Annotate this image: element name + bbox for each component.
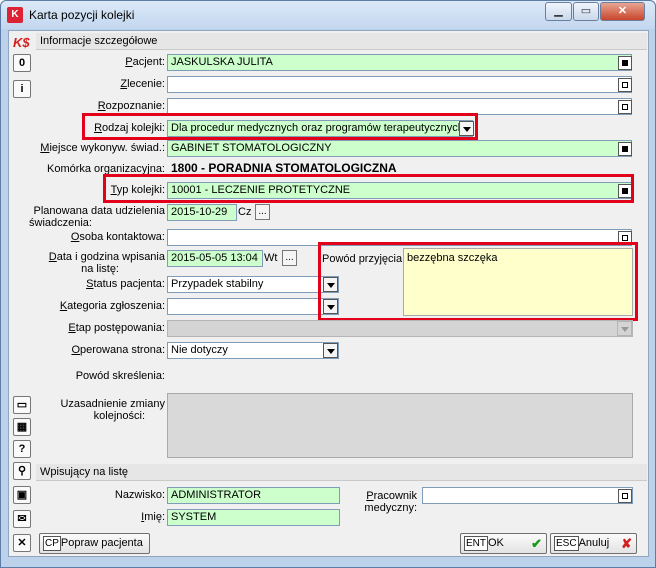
rodzaj-kolejki-highlight (82, 113, 478, 140)
app-icon: K (7, 7, 23, 23)
pracownik-select-button[interactable] (618, 489, 632, 503)
pacjent-field[interactable]: JASKULSKA JULITA (167, 54, 632, 71)
zlecenie-field[interactable] (167, 76, 632, 93)
details-section-header: Informacje szczegółowe (36, 33, 647, 50)
maximize-button[interactable]: ▭ (573, 2, 599, 21)
ok-key: ENT (464, 536, 488, 551)
close-button[interactable]: ✕ (600, 2, 645, 21)
title-bar[interactable]: K Karta pozycji kolejki ▁ ▭ ✕ (1, 1, 655, 29)
data-wpisania-field[interactable]: 2015-05-05 13:04 (167, 250, 263, 267)
uzasadnienie-textarea[interactable] (167, 393, 633, 458)
info-button[interactable]: i (13, 80, 31, 98)
left-toolbar: K$ 0 i ▭ ▦ ? ⚲ ▣ ✉ ✕ (9, 31, 37, 556)
cancel-x-icon: ✘ (621, 536, 632, 551)
wpisujacy-section-header: Wpisujący na listę (36, 464, 647, 481)
imie-field[interactable]: SYSTEM (167, 509, 340, 526)
operowana-strona-dropdown-arrow[interactable] (323, 343, 338, 358)
kategoria-select[interactable] (167, 298, 339, 315)
data-wpisania-label-2: na listę: (81, 263, 119, 275)
miejsce-select-button[interactable] (618, 142, 632, 156)
pracownik-label-2: medyczny: (364, 502, 417, 514)
nazwisko-label: Nazwisko: (114, 489, 165, 501)
window-title: Karta pozycji kolejki (29, 8, 135, 22)
anuluj-label: Anuluj (578, 537, 610, 549)
planowana-data-day: Cz (238, 206, 252, 218)
search-icon[interactable]: ⚲ (13, 462, 31, 480)
zlecenie-select-button[interactable] (618, 78, 632, 92)
powod-przyjecia-highlight (318, 242, 638, 321)
rozpoznanie-select-button[interactable] (618, 100, 632, 114)
data-wpisania-day: Wt (264, 252, 278, 264)
miejsce-label: Miejsce wykonyw. świad.: (40, 142, 165, 154)
rozpoznanie-label: Rozpoznanie: (97, 100, 165, 112)
operowana-strona-label: Operowana strona: (71, 344, 165, 356)
nazwisko-field[interactable]: ADMINISTRATOR (167, 487, 340, 504)
popraw-pacjenta-key: CP (43, 536, 61, 551)
pacjent-label: Pacjent: (125, 56, 165, 68)
powod-skreslenia-label: Powód skreślenia: (75, 370, 165, 382)
etap-label: Etap postępowania: (68, 322, 165, 334)
etap-dropdown-arrow[interactable] (617, 321, 632, 336)
miejsce-field[interactable]: GABINET STOMATOLOGICZNY (167, 140, 632, 157)
etap-select[interactable] (167, 320, 633, 337)
checkmark-icon: ✔ (531, 536, 542, 551)
app-logo: K$ (13, 35, 30, 50)
imie-label: Imię: (141, 511, 165, 523)
planowana-data-picker-button[interactable]: ... (255, 204, 270, 220)
anuluj-key: ESC (554, 536, 579, 551)
zlecenie-label: Zlecenie: (120, 78, 165, 90)
anuluj-button[interactable]: ESC Anuluj ✘ (550, 533, 637, 554)
kategoria-label: Kategoria zgłoszenia: (59, 300, 165, 312)
dialog-body: K$ 0 i ▭ ▦ ? ⚲ ▣ ✉ ✕ Informacje szczegół… (8, 30, 649, 557)
osoba-kontaktowa-label: Osoba kontaktowa: (70, 231, 165, 243)
pracownik-field[interactable] (422, 487, 633, 504)
status-pacjenta-select[interactable]: Przypadek stabilny (167, 276, 339, 293)
zero-button[interactable]: 0 (13, 54, 31, 72)
planowana-data-label-2: świadczenia: (29, 217, 92, 229)
help-button[interactable]: ? (13, 440, 31, 458)
popraw-pacjenta-button[interactable]: CP Popraw pacjenta (39, 533, 150, 554)
ok-label: OK (488, 537, 504, 549)
ok-button[interactable]: ENT OK ✔ (460, 533, 547, 554)
minimize-button[interactable]: ▁ (545, 2, 572, 21)
data-wpisania-picker-button[interactable]: ... (282, 250, 297, 266)
close-icon[interactable]: ✕ (13, 534, 31, 552)
typ-kolejki-highlight (103, 174, 634, 203)
uzasadnienie-label-2: kolejności: (93, 410, 145, 422)
pacjent-select-button[interactable] (618, 56, 632, 70)
popraw-pacjenta-label: Popraw pacjenta (60, 537, 143, 549)
application-window: K Karta pozycji kolejki ▁ ▭ ✕ K$ 0 i ▭ ▦… (0, 0, 656, 568)
operowana-strona-select[interactable]: Nie dotyczy (167, 342, 339, 359)
planowana-data-field[interactable]: 2015-10-29 (167, 204, 237, 221)
status-pacjenta-label: Status pacjenta: (86, 278, 165, 290)
